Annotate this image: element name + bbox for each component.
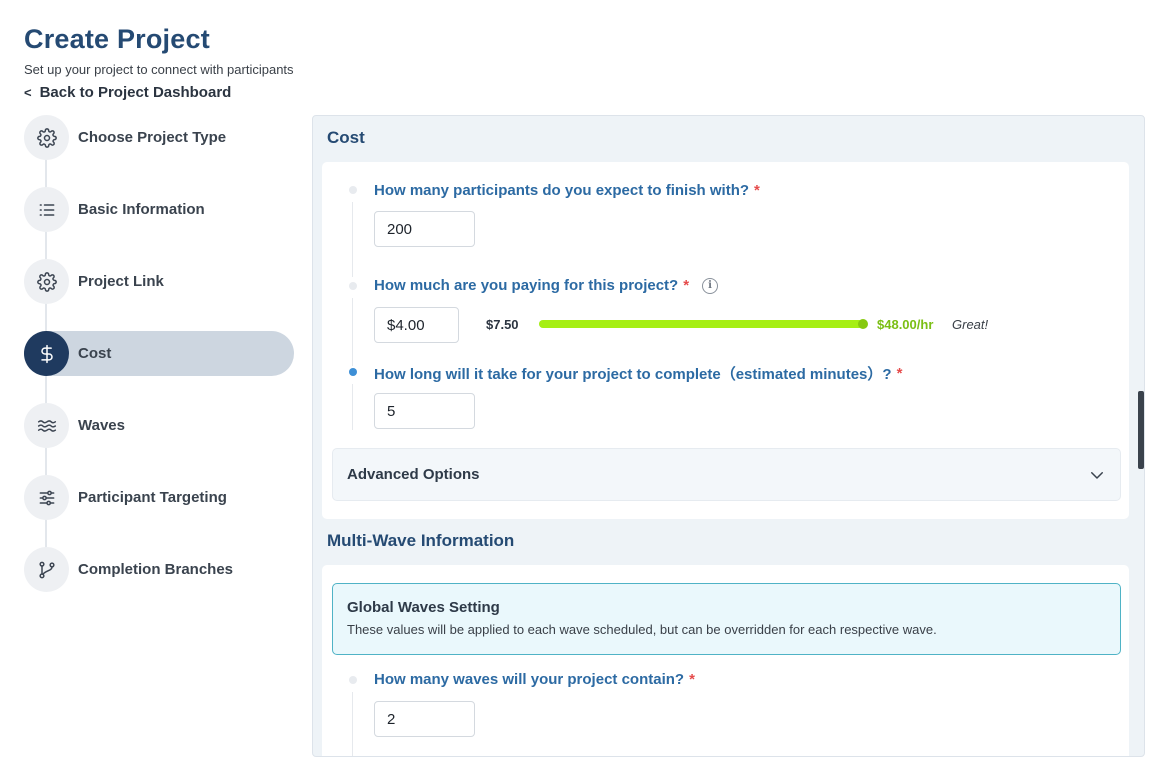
question-text: How much are you paying for this project… [374, 277, 679, 294]
step-label: Basic Information [78, 201, 205, 218]
payment-question: How much are you paying for this project… [374, 277, 719, 294]
gear-icon [24, 259, 69, 304]
chevron-down-icon [1091, 471, 1103, 479]
rate-rating-label: Great! [952, 317, 989, 332]
step-label: Waves [78, 417, 125, 434]
global-waves-title: Global Waves Setting [347, 599, 500, 616]
step-label: Participant Targeting [78, 489, 227, 506]
duration-input[interactable] [374, 393, 475, 429]
min-rate-label: $7.50 [486, 317, 519, 332]
step-cost[interactable]: Cost [24, 331, 294, 376]
question-dot [349, 282, 357, 290]
advanced-options-label: Advanced Options [347, 466, 480, 483]
hourly-rate-slider[interactable] [539, 319, 868, 329]
list-icon [24, 187, 69, 232]
required-marker: * [754, 182, 760, 199]
global-waves-description: These values will be applied to each wav… [347, 622, 937, 637]
step-completion-branches[interactable]: Completion Branches [24, 547, 294, 592]
gear-icon [24, 115, 69, 160]
sliders-icon [24, 475, 69, 520]
question-dot [349, 186, 357, 194]
step-basic-information[interactable]: Basic Information [24, 187, 294, 232]
required-marker: * [683, 277, 690, 294]
waves-count-input[interactable] [374, 701, 475, 737]
step-participant-targeting[interactable]: Participant Targeting [24, 475, 294, 520]
question-text: How many waves will your project contain… [374, 671, 685, 688]
page-title: Create Project [24, 24, 210, 54]
multi-wave-section-title: Multi-Wave Information [327, 531, 515, 550]
step-label: Cost [78, 345, 112, 362]
chevron-left-icon: < [24, 85, 32, 100]
cost-section-title: Cost [327, 128, 365, 147]
global-waves-notice: Global Waves Setting These values will b… [332, 583, 1121, 655]
step-waves[interactable]: Waves [24, 403, 294, 448]
question-rail [352, 384, 353, 430]
dollar-icon [24, 331, 69, 376]
page-subtitle: Set up your project to connect with part… [24, 62, 294, 77]
question-rail [352, 692, 353, 756]
question-dot-active [349, 368, 357, 376]
step-label: Choose Project Type [78, 129, 227, 146]
question-text: How many participants do you expect to f… [374, 182, 750, 199]
waves-icon [24, 403, 69, 448]
advanced-options-toggle[interactable]: Advanced Options [332, 448, 1121, 501]
branch-icon [24, 547, 69, 592]
duration-question: How long will it take for your project t… [374, 363, 902, 384]
hourly-rate-label: $48.00/hr [877, 317, 934, 332]
question-rail [352, 298, 353, 366]
scrollbar-thumb[interactable] [1138, 391, 1144, 469]
question-dot [349, 676, 357, 684]
participants-input[interactable] [374, 211, 475, 247]
main-panel: Cost How many participants do you expect… [312, 115, 1145, 757]
step-project-link[interactable]: Project Link [24, 259, 294, 304]
required-marker: * [689, 671, 695, 688]
participants-question: How many participants do you expect to f… [374, 182, 760, 199]
back-to-dashboard-link[interactable]: < Back to Project Dashboard [24, 84, 231, 101]
cost-card: How many participants do you expect to f… [322, 162, 1129, 519]
multi-wave-card: Global Waves Setting These values will b… [322, 565, 1129, 756]
info-icon[interactable]: i [702, 277, 719, 294]
step-choose-project-type[interactable]: Choose Project Type [24, 115, 294, 160]
question-rail [352, 202, 353, 277]
step-label: Project Link [78, 273, 164, 290]
required-marker: * [896, 365, 903, 382]
question-text: How long will it take for your project t… [374, 366, 892, 383]
slider-thumb[interactable] [858, 319, 868, 329]
payment-input[interactable] [374, 307, 459, 343]
step-label: Completion Branches [78, 561, 234, 578]
waves-question: How many waves will your project contain… [374, 671, 695, 688]
back-link-label: Back to Project Dashboard [39, 84, 232, 101]
slider-fill [539, 320, 863, 328]
